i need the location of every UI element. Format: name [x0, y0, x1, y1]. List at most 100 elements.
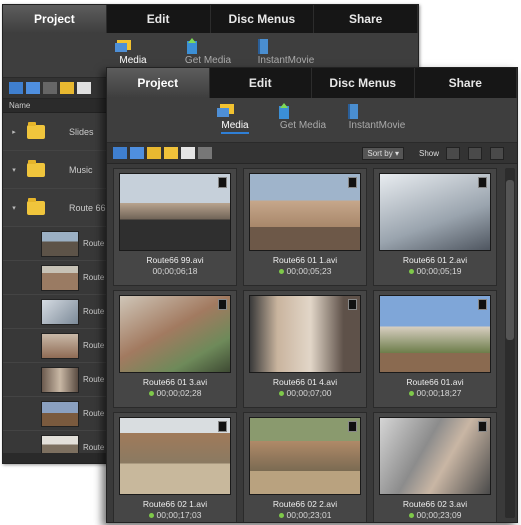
media-item[interactable]: Route66 01.avi 00;00;18;27 — [373, 290, 497, 408]
media-item[interactable]: Route66 01 4.avi 00;00;07;00 — [243, 290, 367, 408]
media-duration: 00;00;07;00 — [278, 388, 332, 398]
grid-view-icon[interactable] — [130, 147, 144, 159]
trash-icon[interactable] — [198, 147, 212, 159]
back-tab-share[interactable]: Share — [314, 5, 418, 33]
media-name: Route66 01 2.avi — [402, 255, 468, 265]
status-dot-icon — [278, 513, 284, 519]
new-item-icon[interactable] — [77, 82, 91, 94]
collapse-arrow-icon[interactable]: ▾ — [9, 204, 19, 212]
media-name: Route66 01 4.avi — [272, 377, 338, 387]
scrollbar-thumb[interactable] — [506, 180, 514, 340]
media-duration-text: 00;00;18;27 — [416, 388, 462, 398]
grid-view-icon[interactable] — [26, 82, 40, 94]
media-name: Route66 02 2.avi — [272, 499, 338, 509]
front-toolbar: Media Get Media InstantMovie — [107, 98, 517, 142]
clip-thumbnail — [41, 230, 79, 257]
expand-arrow-icon[interactable]: ▸ — [9, 128, 19, 136]
front-project-window: Project Edit Disc Menus Share Media Get … — [106, 67, 518, 523]
film-icon — [348, 299, 357, 310]
tab-project[interactable]: Project — [107, 68, 210, 98]
media-duration: 00;00;02;28 — [148, 388, 201, 398]
media-thumbnail — [119, 173, 231, 251]
media-item[interactable]: Route66 02 3.avi 00;00;23;09 — [373, 412, 497, 522]
film-icon — [478, 299, 487, 310]
media-button[interactable]: Media — [215, 98, 255, 134]
status-dot-icon — [278, 269, 284, 275]
media-grid: Route66 99.avi 00;00;06;18 Route66 01 1.… — [113, 168, 497, 522]
collapse-arrow-icon[interactable]: ▾ — [9, 166, 19, 174]
media-duration: 00;00;18;27 — [408, 388, 462, 398]
film-icon — [348, 177, 357, 188]
back-tab-project[interactable]: Project — [3, 5, 107, 33]
film-icon — [478, 177, 487, 188]
folder-icon[interactable] — [43, 82, 57, 94]
new-item-icon[interactable] — [181, 147, 195, 159]
media-duration: 00;00;23;09 — [408, 510, 462, 520]
clip-name: Route — [83, 375, 105, 384]
media-thumbnail — [249, 173, 361, 251]
clip-name: Route — [83, 341, 105, 350]
back-tab-disc-menus[interactable]: Disc Menus — [211, 5, 315, 33]
media-icon — [217, 104, 234, 117]
get-media-button[interactable]: Get Media — [275, 98, 331, 131]
media-duration: 00;00;05;19 — [408, 266, 461, 276]
clip-thumbnail — [41, 366, 79, 393]
tab-disc-menus[interactable]: Disc Menus — [312, 68, 415, 98]
status-dot-icon — [148, 513, 154, 519]
new-folder-icon[interactable] — [60, 82, 74, 94]
status-dot-icon — [278, 391, 284, 397]
media-item[interactable]: Route66 01 3.avi 00;00;02;28 — [113, 290, 237, 408]
media-label: Media — [221, 120, 249, 134]
clip-name: Route — [83, 409, 105, 418]
get-media-icon — [187, 38, 197, 54]
film-icon — [218, 299, 227, 310]
media-thumbnail — [119, 295, 231, 373]
back-tab-edit[interactable]: Edit — [107, 5, 211, 33]
back-instantmovie-button[interactable]: InstantMovie — [255, 33, 317, 66]
vertical-scrollbar[interactable] — [505, 168, 515, 518]
get-media-label: Get Media — [279, 120, 327, 131]
clip-thumbnail — [41, 264, 79, 291]
back-media-button[interactable]: Media — [113, 33, 153, 69]
media-name: Route66 99.avi — [146, 255, 204, 265]
media-name: Route66 01.avi — [406, 377, 464, 387]
media-duration: 00;00;05;23 — [278, 266, 331, 276]
show-image-icon[interactable] — [490, 146, 504, 160]
instantmovie-button[interactable]: InstantMovie — [345, 98, 409, 131]
back-instantmovie-label: InstantMovie — [257, 55, 315, 66]
sort-by-dropdown[interactable]: Sort by ▾ — [362, 146, 404, 160]
media-item[interactable]: Route66 02 2.avi 00;00;23;01 — [243, 412, 367, 522]
status-dot-icon — [408, 391, 414, 397]
media-duration-text: 00;00;23;01 — [286, 510, 332, 520]
folder-icon — [27, 121, 45, 139]
show-video-icon[interactable] — [446, 146, 460, 160]
media-item[interactable]: Route66 02 1.avi 00;00;17;03 — [113, 412, 237, 522]
media-duration-text: 00;00;07;00 — [286, 388, 332, 398]
media-duration-text: 00;00;23;09 — [416, 510, 462, 520]
film-icon — [478, 421, 487, 432]
media-item[interactable]: Route66 01 2.avi 00;00;05;19 — [373, 168, 497, 286]
media-thumbnail — [379, 295, 491, 373]
front-tab-bar: Project Edit Disc Menus Share — [107, 68, 517, 98]
media-thumbnail — [249, 417, 361, 495]
media-name: Route66 01 3.avi — [142, 377, 208, 387]
media-duration-text: 00;00;17;03 — [156, 510, 202, 520]
media-duration: 00;00;06;18 — [152, 266, 198, 276]
folder-name: Music — [69, 164, 93, 175]
list-view-icon[interactable] — [113, 147, 127, 159]
folder-up-icon[interactable] — [147, 147, 161, 159]
show-audio-icon[interactable] — [468, 146, 482, 160]
back-get-media-button[interactable]: Get Media — [183, 33, 233, 66]
tab-share[interactable]: Share — [415, 68, 517, 98]
clip-thumbnail — [41, 298, 79, 325]
media-item[interactable]: Route66 99.avi 00;00;06;18 — [113, 168, 237, 286]
instantmovie-label: InstantMovie — [348, 120, 406, 131]
clip-name: Route — [83, 307, 105, 316]
media-icon — [115, 40, 131, 52]
media-item[interactable]: Route66 01 1.avi 00;00;05;23 — [243, 168, 367, 286]
list-view-icon[interactable] — [9, 82, 23, 94]
tab-edit[interactable]: Edit — [210, 68, 312, 98]
new-folder-icon[interactable] — [164, 147, 178, 159]
sort-by-label: Sort by — [367, 148, 393, 158]
view-toolbar: Sort by ▾ Show — [107, 142, 517, 164]
